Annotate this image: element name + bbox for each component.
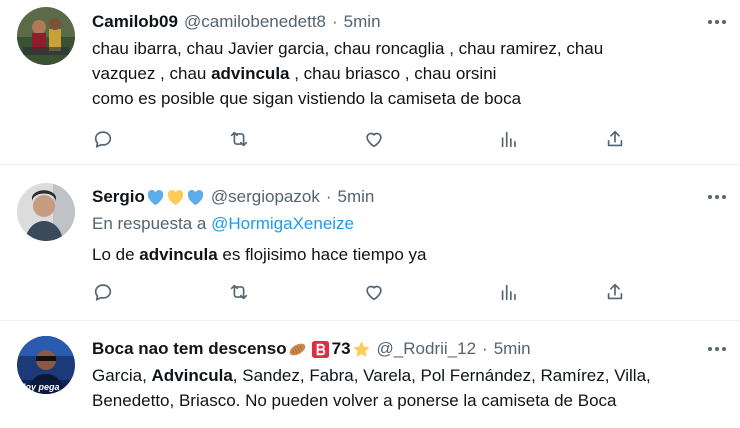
- avatar-photo: [17, 7, 75, 65]
- text-segment: Garcia,: [92, 366, 152, 385]
- user-handle[interactable]: @sergiopazok: [211, 187, 320, 207]
- user-handle[interactable]: @camilobenedett8: [184, 12, 326, 32]
- retweet-icon[interactable]: [228, 128, 252, 152]
- separator-dot: ·: [332, 12, 338, 31]
- user-handle[interactable]: @_Rodrii_12: [377, 339, 476, 359]
- tweet-text: Lo de advincula es flojisimo hace tiempo…: [92, 242, 710, 267]
- tweet-card[interactable]: Camilob09 @camilobenedett8 · 5min chau i…: [0, 0, 740, 164]
- avatar-caption: Hoy pega: [19, 382, 60, 392]
- letter-b-button-icon: [311, 340, 329, 358]
- like-icon[interactable]: [363, 281, 387, 305]
- tweet-actions: [92, 128, 632, 152]
- reply-mention-link[interactable]: @HormigaXeneize: [211, 214, 354, 233]
- retweet-icon[interactable]: [228, 281, 252, 305]
- more-options-icon[interactable]: [706, 186, 728, 208]
- bold-keyword: advincula: [211, 64, 290, 83]
- separator-dot: ·: [482, 339, 488, 358]
- tweet-text: Garcia, Advincula, Sandez, Fabra, Varela…: [92, 363, 710, 413]
- avatar[interactable]: [17, 7, 75, 65]
- blue-heart-icon: [187, 189, 204, 205]
- share-icon[interactable]: [604, 281, 628, 305]
- display-name[interactable]: Boca nao tem descenso: [92, 339, 287, 359]
- reply-icon[interactable]: [92, 128, 116, 152]
- tweet-text-line: vazquez , chau advincula , chau briasco …: [92, 61, 710, 86]
- separator-dot: ·: [325, 187, 332, 206]
- tweet-content: Camilob09 @camilobenedett8 · 5min chau i…: [92, 11, 710, 111]
- text-segment: es flojisimo hace tiempo ya: [217, 245, 427, 264]
- reply-prefix: En respuesta a: [92, 214, 212, 233]
- peanut-icon: [289, 343, 305, 355]
- like-icon[interactable]: [363, 128, 387, 152]
- share-icon[interactable]: [604, 128, 628, 152]
- avatar-photo: Hoy pega: [17, 336, 75, 394]
- text-segment: , chau briasco , chau orsini: [289, 64, 497, 83]
- text-segment: , Sandez, Fabra, Varela, Pol Fernández, …: [232, 366, 651, 385]
- analytics-icon[interactable]: [498, 128, 522, 152]
- avatar[interactable]: [17, 183, 75, 241]
- display-name-suffix[interactable]: 73: [332, 339, 351, 359]
- tweet-actions: [92, 281, 632, 305]
- bold-keyword: advincula: [139, 245, 218, 264]
- tweet-header: Sergio @sergiopazok · 5min: [92, 186, 710, 208]
- reply-context: En respuesta a @HormigaXeneize: [92, 211, 710, 236]
- tweet-text-line: como es posible que sigan vistiendo la c…: [92, 89, 522, 108]
- reply-icon[interactable]: [92, 281, 116, 305]
- tweet-content: Boca nao tem descenso 73 @_Rodrii_12 · 5…: [92, 338, 710, 413]
- tweet-card[interactable]: Hoy pega Boca nao tem descenso 73 @_Rodr…: [0, 320, 740, 428]
- more-options-icon[interactable]: [706, 338, 728, 360]
- star-icon: [352, 340, 370, 357]
- text-segment: Lo de: [92, 245, 140, 264]
- timestamp[interactable]: 5min: [338, 187, 375, 207]
- avatar-photo: [17, 183, 75, 241]
- text-segment: vazquez , chau: [92, 64, 212, 83]
- more-options-icon[interactable]: [706, 11, 728, 33]
- tweet-header: Camilob09 @camilobenedett8 · 5min: [92, 11, 710, 33]
- tweet-text-line: Benedetto, Briasco. No pueden volver a p…: [92, 391, 617, 410]
- display-name[interactable]: Sergio: [92, 187, 145, 207]
- tweet-card[interactable]: Sergio @sergiopazok · 5min En respuesta …: [0, 164, 740, 320]
- timestamp[interactable]: 5min: [494, 339, 531, 359]
- tweet-text-line: chau ibarra, chau Javier garcia, chau ro…: [92, 39, 604, 58]
- tweet-header: Boca nao tem descenso 73 @_Rodrii_12 · 5…: [92, 338, 710, 360]
- tweet-text-line: Garcia, Advincula, Sandez, Fabra, Varela…: [92, 363, 710, 388]
- yellow-heart-icon: [167, 189, 184, 205]
- avatar[interactable]: Hoy pega: [17, 336, 75, 394]
- display-name[interactable]: Camilob09: [92, 12, 178, 32]
- tweet-content: Sergio @sergiopazok · 5min En respuesta …: [92, 186, 710, 267]
- analytics-icon[interactable]: [498, 281, 522, 305]
- blue-heart-icon: [147, 189, 164, 205]
- timestamp[interactable]: 5min: [344, 12, 381, 32]
- tweet-text: chau ibarra, chau Javier garcia, chau ro…: [92, 36, 710, 111]
- bold-keyword: Advincula: [151, 366, 233, 385]
